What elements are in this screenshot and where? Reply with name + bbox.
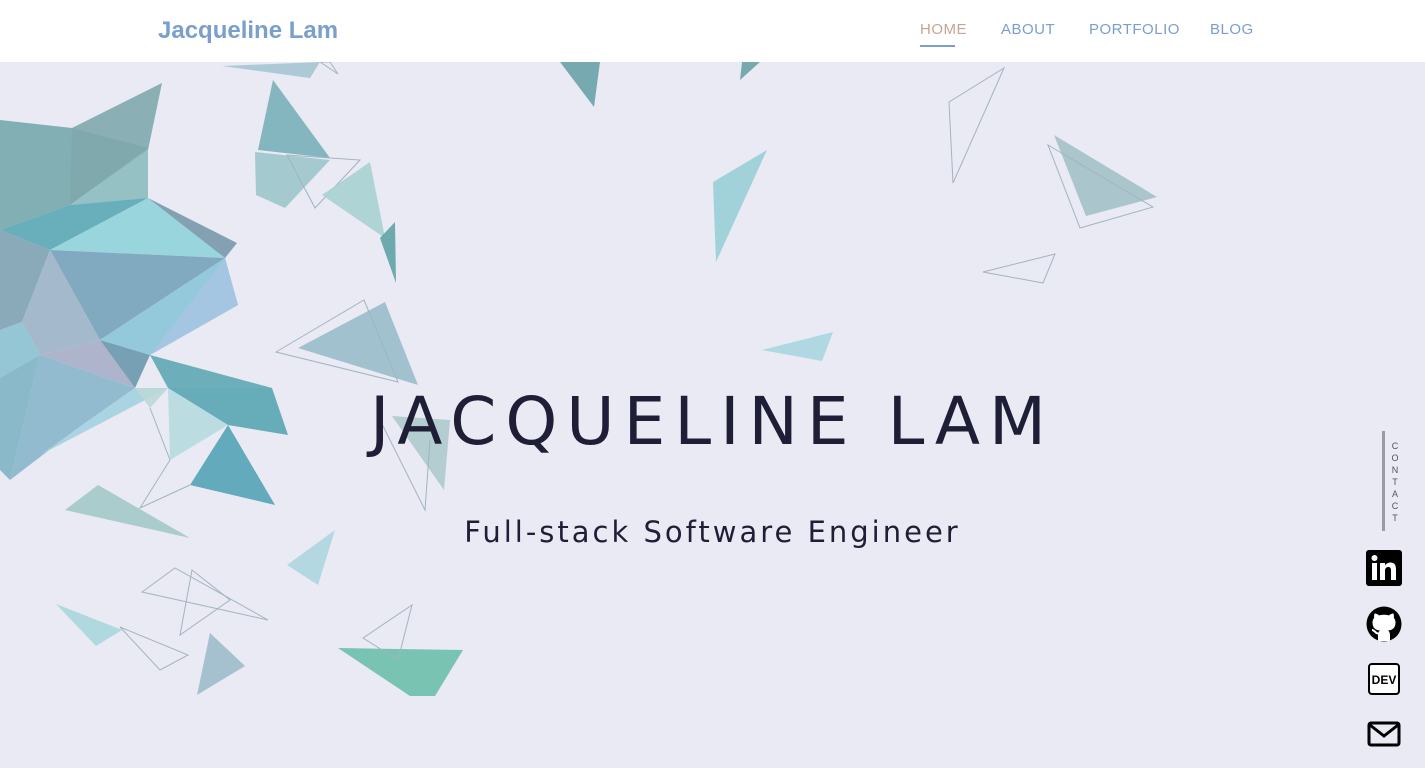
hero-subtitle: Full-stack Software Engineer (464, 515, 961, 549)
nav-portfolio[interactable]: PORTFOLIO (1089, 20, 1180, 50)
nav-active-underline (920, 45, 955, 47)
github-icon[interactable] (1366, 606, 1402, 642)
linkedin-icon[interactable] (1366, 550, 1402, 586)
site-header: Jacqueline Lam HOME ABOUT PORTFOLIO BLOG (0, 0, 1425, 62)
contact-divider-line (1382, 431, 1385, 531)
nav-about[interactable]: ABOUT (1001, 20, 1055, 50)
hero-title: JACQUELINE LAM (369, 383, 1055, 460)
contact-label: CONTACT (1391, 441, 1399, 523)
brand-logo-link[interactable]: Jacqueline Lam (158, 16, 338, 46)
svg-text:DEV: DEV (1372, 673, 1397, 687)
dev-icon[interactable]: DEV (1366, 661, 1402, 697)
nav-blog[interactable]: BLOG (1210, 20, 1254, 50)
mail-icon[interactable] (1366, 716, 1402, 752)
